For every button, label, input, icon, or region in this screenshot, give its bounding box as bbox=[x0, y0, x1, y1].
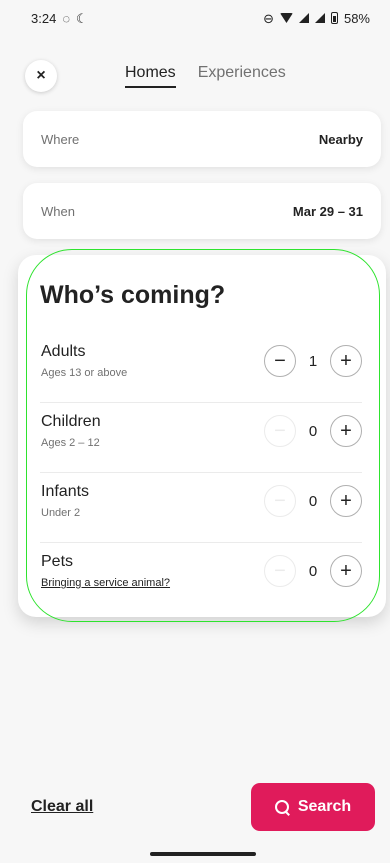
adults-minus-button[interactable]: − bbox=[264, 345, 296, 377]
close-button[interactable]: × bbox=[25, 60, 57, 92]
infants-plus-button[interactable]: + bbox=[330, 485, 362, 517]
guest-sub: Ages 13 or above bbox=[41, 367, 128, 379]
guest-name: Children bbox=[41, 413, 101, 430]
battery-level: 58% bbox=[343, 10, 370, 26]
pets-minus-button[interactable]: − bbox=[264, 555, 296, 587]
guest-sub: Under 2 bbox=[41, 507, 81, 519]
children-stepper: − 0 + bbox=[264, 415, 362, 447]
minus-icon: − bbox=[274, 350, 286, 372]
home-indicator[interactable] bbox=[150, 852, 256, 856]
guest-name: Pets bbox=[41, 553, 74, 570]
pets-count: 0 bbox=[308, 562, 318, 580]
when-value: Mar 29 – 31 bbox=[292, 203, 363, 219]
status-time: 3:24 bbox=[31, 10, 57, 26]
signal-icon bbox=[298, 13, 309, 23]
infants-count: 0 bbox=[308, 492, 318, 510]
adults-plus-button[interactable]: + bbox=[330, 345, 362, 377]
night-mode-icon: ☾ bbox=[76, 10, 88, 26]
when-card[interactable]: When Mar 29 – 31 bbox=[23, 183, 381, 239]
guest-name: Infants bbox=[41, 483, 90, 500]
plus-icon: + bbox=[340, 490, 352, 512]
adults-count: 1 bbox=[308, 352, 318, 370]
tab-homes[interactable]: Homes bbox=[125, 64, 176, 88]
plus-icon: + bbox=[340, 420, 352, 442]
close-icon: × bbox=[36, 67, 46, 84]
infants-minus-button[interactable]: − bbox=[264, 485, 296, 517]
where-label: Where bbox=[41, 131, 80, 147]
children-minus-button[interactable]: − bbox=[264, 415, 296, 447]
where-value: Nearby bbox=[318, 131, 363, 147]
minus-icon: − bbox=[274, 490, 286, 512]
guest-row-children: Children Ages 2 – 12 − 0 + bbox=[40, 403, 362, 473]
guest-row-pets: Pets Bringing a service animal? − 0 + bbox=[40, 543, 362, 613]
where-card[interactable]: Where Nearby bbox=[23, 111, 381, 167]
status-left: 3:24 ◌ ☾ bbox=[31, 11, 88, 26]
infants-stepper: − 0 + bbox=[264, 485, 362, 517]
tab-bar: Homes Experiences bbox=[125, 64, 286, 88]
minus-icon: − bbox=[274, 560, 286, 582]
tab-experiences[interactable]: Experiences bbox=[198, 64, 286, 88]
wifi-icon bbox=[279, 13, 293, 23]
signal-icon-2 bbox=[314, 13, 325, 23]
search-icon bbox=[274, 799, 290, 815]
status-right: ⊖ 58% bbox=[263, 11, 370, 26]
pets-stepper: − 0 + bbox=[264, 555, 362, 587]
minus-icon: − bbox=[274, 420, 286, 442]
guest-row-infants: Infants Under 2 − 0 + bbox=[40, 473, 362, 543]
search-label: Search bbox=[297, 798, 352, 815]
guest-name: Adults bbox=[41, 343, 86, 360]
when-label: When bbox=[41, 203, 75, 219]
status-bar: 3:24 ◌ ☾ ⊖ 58% bbox=[0, 0, 390, 36]
service-animal-link[interactable]: Bringing a service animal? bbox=[41, 577, 170, 589]
dnd-icon: ⊖ bbox=[263, 10, 274, 26]
children-plus-button[interactable]: + bbox=[330, 415, 362, 447]
guest-row-adults: Adults Ages 13 or above − 1 + bbox=[40, 333, 362, 403]
plus-icon: + bbox=[340, 560, 352, 582]
whatsapp-icon: ◌ bbox=[62, 10, 71, 26]
adults-stepper: − 1 + bbox=[264, 345, 362, 377]
search-button[interactable]: Search bbox=[251, 783, 375, 831]
children-count: 0 bbox=[308, 422, 318, 440]
plus-icon: + bbox=[340, 350, 352, 372]
clear-all-button[interactable]: Clear all bbox=[31, 798, 93, 816]
top-nav: × Homes Experiences bbox=[0, 54, 390, 94]
who-title: Who’s coming? bbox=[40, 281, 226, 309]
pets-plus-button[interactable]: + bbox=[330, 555, 362, 587]
battery-icon bbox=[330, 12, 338, 24]
guest-sub: Ages 2 – 12 bbox=[41, 437, 100, 449]
bottom-bar: Clear all Search bbox=[0, 770, 390, 843]
